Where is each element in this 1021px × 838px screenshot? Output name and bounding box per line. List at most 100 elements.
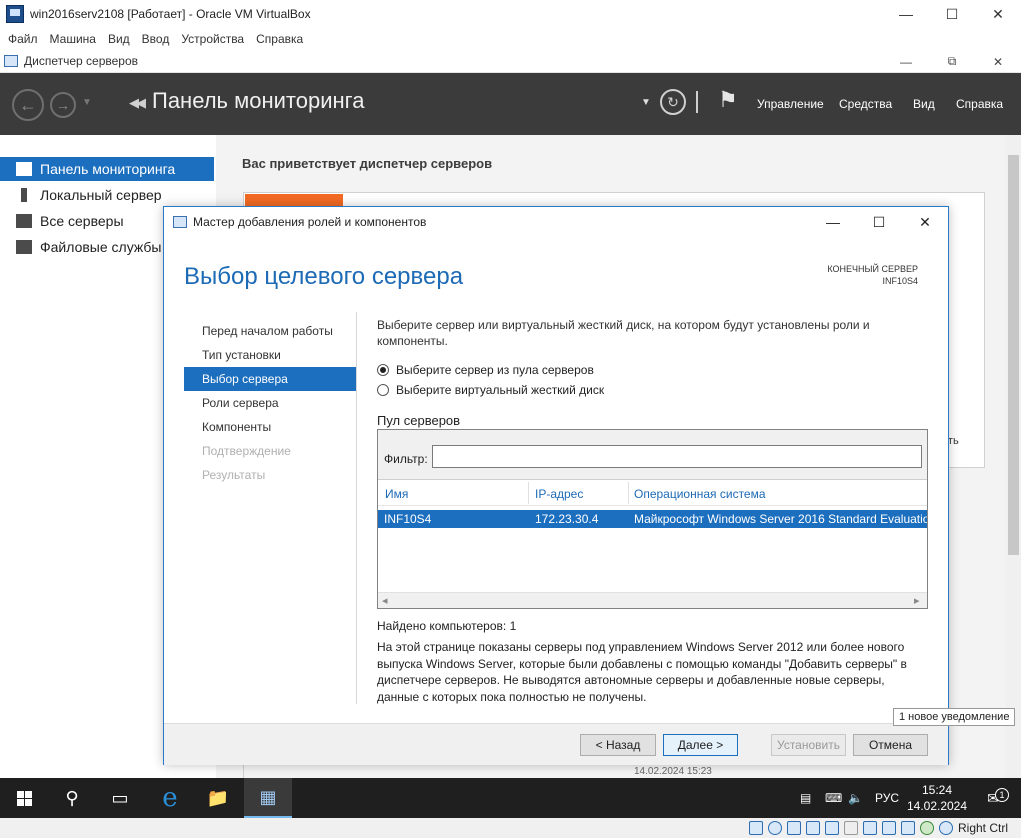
cpu-icon[interactable] (901, 821, 915, 835)
wizard-content: Выберите сервер или виртуальный жесткий … (377, 317, 937, 704)
step-features[interactable]: Компоненты (184, 415, 356, 439)
step-installation-type[interactable]: Тип установки (184, 343, 356, 367)
notification-tooltip: 1 новое уведомление (893, 708, 1016, 726)
header-menu-manage[interactable]: Управление (757, 97, 824, 111)
video-capture-icon[interactable] (882, 821, 896, 835)
network-adapter-icon[interactable] (806, 821, 820, 835)
network-icon[interactable]: ▤ (800, 778, 811, 818)
usb-icon[interactable] (825, 821, 839, 835)
keyboard-icon[interactable]: ⌨ (825, 778, 842, 818)
server-manager-icon (4, 55, 18, 67)
vbox-status-bar: Right Ctrl (0, 818, 1021, 838)
notifications-flag-icon[interactable]: ⚑ (718, 87, 738, 113)
maximize-icon[interactable]: ☐ (929, 0, 975, 28)
language-indicator[interactable]: РУС (875, 778, 899, 818)
vbox-menu-view[interactable]: Вид (108, 32, 130, 46)
clock-date: 14.02.2024 (906, 799, 968, 813)
radio-server-pool[interactable]: Выберите сервер из пула серверов (377, 363, 594, 377)
header-menu-view[interactable]: Вид (913, 97, 935, 111)
minimize-icon[interactable]: — (883, 0, 929, 28)
step-server-roles[interactable]: Роли сервера (184, 391, 356, 415)
back-button[interactable]: < Назад (580, 734, 656, 756)
clock[interactable]: 15:24 14.02.2024 (905, 782, 969, 814)
vbox-menu-input[interactable]: Ввод (142, 32, 170, 46)
forward-arrow-icon[interactable]: → (50, 92, 76, 118)
header-menu-tools[interactable]: Средства (839, 97, 892, 111)
page-title: Панель мониторинга (152, 88, 365, 113)
vbox-menu-machine[interactable]: Машина (50, 32, 96, 46)
radio-selected-icon[interactable] (377, 364, 389, 376)
wizard-footer: < Назад Далее > Установить Отмена (164, 723, 948, 765)
scroll-left-icon[interactable]: ◂ (382, 594, 388, 607)
table-row[interactable]: INF10S4 172.23.30.4 Майкрософт Windows S… (378, 510, 927, 528)
server-manager-taskbar-icon[interactable]: ▦ (244, 778, 292, 818)
shared-folders-icon[interactable] (844, 821, 858, 835)
sidebar-item-dashboard[interactable]: Панель мониторинга (0, 157, 214, 181)
wizard-window-title: Мастер добавления ролей и компонентов (193, 215, 427, 229)
hard-disk-icon[interactable] (749, 821, 763, 835)
vbox-menu-help[interactable]: Справка (256, 32, 303, 46)
display-icon[interactable] (863, 821, 877, 835)
back-arrow-icon[interactable]: ← (12, 89, 44, 121)
server-pool-header: Имя IP-адрес Операционная система (378, 480, 927, 506)
wizard-heading: Выбор целевого сервера (184, 263, 464, 290)
vbox-menu-file[interactable]: Файл (8, 32, 38, 46)
header-menu-help[interactable]: Справка (956, 97, 1003, 111)
vbox-window-controls: — ☐ ✕ (883, 0, 1021, 28)
filter-input[interactable] (432, 445, 922, 468)
task-view-icon[interactable]: ▭ (96, 778, 144, 818)
sidebar-item-label: Файловые службы (40, 239, 162, 255)
step-before-you-begin[interactable]: Перед началом работы (184, 319, 356, 343)
file-explorer-icon[interactable]: 📁 (194, 778, 242, 818)
close-icon[interactable]: ✕ (902, 207, 948, 237)
close-icon[interactable]: ✕ (975, 0, 1021, 28)
file-services-icon (16, 240, 32, 254)
radio-virtual-disk[interactable]: Выберите виртуальный жесткий диск (377, 383, 604, 397)
scrollbar-thumb[interactable] (1008, 155, 1019, 555)
behind-timestamp: 14.02.2024 15:23 (634, 766, 712, 777)
step-server-selection[interactable]: Выбор сервера (184, 367, 356, 391)
next-button[interactable]: Далее > (663, 734, 738, 756)
welcome-heading: Вас приветствует диспетчер серверов (242, 156, 493, 171)
close-icon[interactable]: ✕ (975, 50, 1021, 73)
audio-icon[interactable] (787, 821, 801, 835)
mouse-integration-icon[interactable] (920, 821, 934, 835)
row-name: INF10S4 (384, 512, 432, 526)
dashboard-scrollbar[interactable] (1006, 135, 1021, 778)
maximize-icon[interactable]: ☐ (856, 207, 902, 237)
minimize-icon[interactable]: — (883, 50, 929, 73)
restore-icon[interactable]: ⧉ (929, 50, 975, 73)
radio-unselected-icon[interactable] (377, 384, 389, 396)
keyboard-capture-icon[interactable] (939, 821, 953, 835)
sidebar-item-label: Панель мониторинга (40, 161, 176, 177)
internet-explorer-icon[interactable]: e (146, 778, 194, 818)
step-results: Результаты (202, 468, 266, 482)
cancel-button[interactable]: Отмена (853, 734, 928, 756)
column-name[interactable]: Имя (385, 487, 408, 501)
history-dropdown-icon[interactable]: ▼ (82, 97, 92, 108)
search-icon[interactable]: ⚲ (48, 778, 96, 818)
dashboard-bottom-strip: 14.02.2024 15:23 (243, 765, 986, 778)
dashboard-icon (16, 162, 32, 176)
sidebar-item-local-server[interactable]: Локальный сервер (0, 183, 214, 207)
column-os[interactable]: Операционная система (634, 487, 766, 501)
wizard-window-controls: — ☐ ✕ (810, 207, 948, 237)
refresh-icon[interactable]: ↻ (660, 89, 686, 115)
windows-logo-icon (16, 790, 32, 806)
server-manager-header: ← → ▼ ◀◀ Панель мониторинга ▼ ↻ ⚑ Управл… (0, 73, 1021, 135)
start-button[interactable] (0, 778, 48, 818)
header-dropdown-icon[interactable]: ▼ (641, 97, 651, 108)
vbox-window-title: win2016serv2108 [Работает] - Oracle VM V… (30, 7, 311, 21)
wizard-description: Выберите сервер или виртуальный жесткий … (377, 318, 870, 348)
column-ip[interactable]: IP-адрес (535, 487, 583, 501)
optical-disk-icon[interactable] (768, 821, 782, 835)
server-manager-title-bar: Диспетчер серверов — ⧉ ✕ (0, 50, 1021, 73)
server-pool-hscrollbar[interactable]: ◂ ▸ (378, 592, 927, 608)
row-os: Майкрософт Windows Server 2016 Standard … (634, 512, 927, 526)
wizard-divider (356, 312, 357, 704)
scroll-right-icon[interactable]: ▸ (914, 594, 920, 607)
volume-icon[interactable]: 🔈 (848, 778, 863, 818)
minimize-icon[interactable]: — (810, 207, 856, 237)
vbox-menu-devices[interactable]: Устройства (181, 32, 244, 46)
guest-taskbar: ⚲ ▭ e 📁 ▦ ▤ ⌨ 🔈 РУС 15:24 14.02.2024 ✉ 1 (0, 778, 1021, 818)
